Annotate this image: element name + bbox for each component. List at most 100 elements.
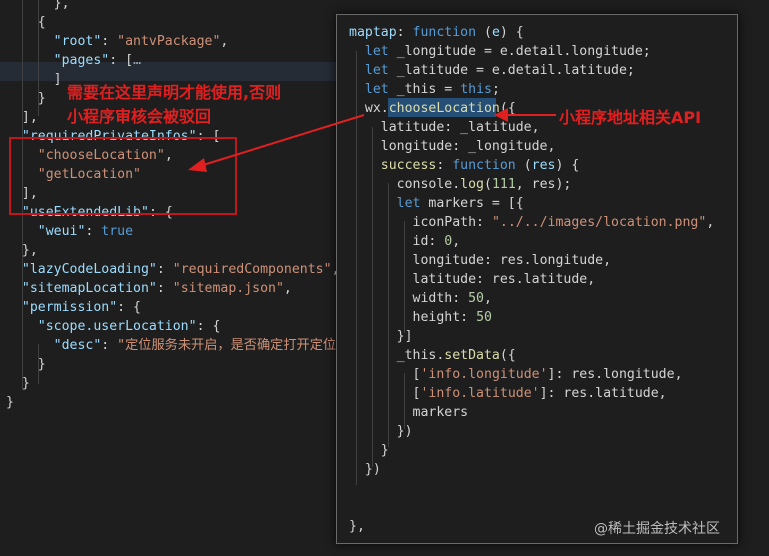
code-line: height: 50 (349, 308, 492, 327)
code-line: "root": "antvPackage", (6, 32, 229, 51)
annotation-note-line1: 需要在这里声明才能使用,否则 (67, 83, 282, 102)
code-token: maptap (349, 25, 397, 40)
code-token: longitude: _longitude, (380, 139, 556, 154)
code-token: : (109, 53, 126, 68)
code-line: wx.chooseLocation({ (349, 99, 516, 118)
code-token: true (101, 224, 134, 239)
code-token: : (85, 224, 102, 239)
code-token: function (452, 158, 516, 173)
code-token: : (101, 34, 118, 49)
code-token: 50 (468, 291, 484, 306)
code-line: }, (349, 517, 365, 536)
code-token: ({ (499, 101, 516, 116)
code-token: , (706, 215, 715, 230)
code-line: }, (6, 241, 38, 260)
code-token: ]: res.latitude, (539, 386, 667, 401)
code-token: latitude: res.latitude, (412, 272, 596, 287)
code-line: "scope.userLocation": { (6, 317, 221, 336)
code-line: "permission": { (6, 298, 141, 317)
code-token: "pages" (53, 53, 110, 68)
code-token: [ (125, 53, 134, 68)
code-token: , (283, 281, 292, 296)
code-token: : (396, 25, 413, 40)
code-line: _this.setData({ (349, 346, 516, 365)
code-line: iconPath: "../../images/location.png", (349, 213, 715, 232)
code-token: console. (396, 177, 461, 192)
code-token: markers = [{ (420, 196, 524, 211)
code-token: { (37, 15, 46, 30)
code-token: : (156, 262, 173, 277)
code-line: markers (349, 403, 469, 422)
code-token: let (364, 82, 389, 97)
right-code-editor[interactable]: maptap: function (e) { let _longitude = … (336, 14, 738, 544)
code-line: let _longitude = e.detail.longitude; (349, 42, 651, 61)
code-token: , (220, 34, 229, 49)
code-line: }, (6, 0, 70, 13)
code-line: } (6, 355, 46, 374)
code-token: _this = (388, 82, 461, 97)
code-token: : (101, 338, 118, 353)
code-line: let _this = this; (349, 80, 500, 99)
code-token: "desc" (53, 338, 102, 353)
code-token: this (460, 82, 492, 97)
code-token: ] (53, 72, 62, 87)
code-line: maptap: function (e) { (349, 23, 524, 42)
code-token: ) { (499, 25, 524, 40)
code-token: : { (196, 319, 221, 334)
code-token: ( (476, 25, 492, 40)
code-token: chooseLocation (388, 101, 500, 116)
code-token: : (156, 281, 173, 296)
code-line: console.log(111, res); (349, 175, 572, 194)
code-token: }) (396, 424, 413, 439)
code-token: ]: res.longitude, (547, 367, 683, 382)
code-line: }] (349, 327, 413, 346)
code-token: }, (21, 243, 38, 258)
code-token: log (460, 177, 484, 192)
code-token: "定位服务未开启，是否确定打开定位 (117, 338, 337, 353)
watermark: @稀土掘金技术社区 (594, 521, 720, 537)
code-token: let (364, 63, 389, 78)
code-token: 111 (491, 177, 516, 192)
code-token: }) (364, 462, 381, 477)
code-token: _this. (396, 348, 445, 363)
code-token: }] (396, 329, 413, 344)
code-token: : { (117, 300, 141, 315)
code-token: let (396, 196, 421, 211)
code-token: "sitemap.json" (172, 281, 284, 296)
code-token: success (380, 158, 437, 173)
code-token: : (436, 158, 453, 173)
code-line: ], (6, 108, 38, 127)
code-token: let (364, 44, 389, 59)
code-token: width: (412, 291, 469, 306)
code-line: }) (349, 422, 413, 441)
code-token: "sitemapLocation" (21, 281, 157, 296)
code-line: "weui": true (6, 222, 133, 241)
code-token: … (133, 53, 142, 68)
code-line: let markers = [{ (349, 194, 524, 213)
annotation-note-line2: 小程序审核会被驳回 (67, 107, 212, 126)
code-token: setData (444, 348, 500, 363)
code-line: "lazyCodeLoading": "requiredComponents", (6, 260, 340, 279)
code-token: 50 (476, 310, 492, 325)
code-token: ( (515, 158, 532, 173)
code-line: } (349, 441, 389, 460)
code-token: _latitude = e.detail.latitude; (388, 63, 635, 78)
code-line: "sitemapLocation": "sitemap.json", (6, 279, 292, 298)
code-token: _longitude = e.detail.longitude; (388, 44, 651, 59)
code-token: id: (412, 234, 445, 249)
code-token: "lazyCodeLoading" (21, 262, 157, 277)
code-line: } (6, 89, 46, 108)
code-line: { (6, 13, 46, 32)
code-token: ( (484, 177, 492, 192)
code-token: ], (21, 110, 38, 125)
code-line: }) (349, 460, 381, 479)
code-token: ; (491, 82, 500, 97)
code-token: }, (53, 0, 70, 11)
code-token: ({ (499, 348, 516, 363)
code-token: longitude: res.longitude, (412, 253, 612, 268)
code-line: "desc": "定位服务未开启，是否确定打开定位 (6, 336, 336, 355)
code-line: } (6, 393, 14, 412)
code-token: markers (412, 405, 469, 420)
code-line: latitude: _latitude, (349, 118, 540, 137)
code-token: res (531, 158, 556, 173)
